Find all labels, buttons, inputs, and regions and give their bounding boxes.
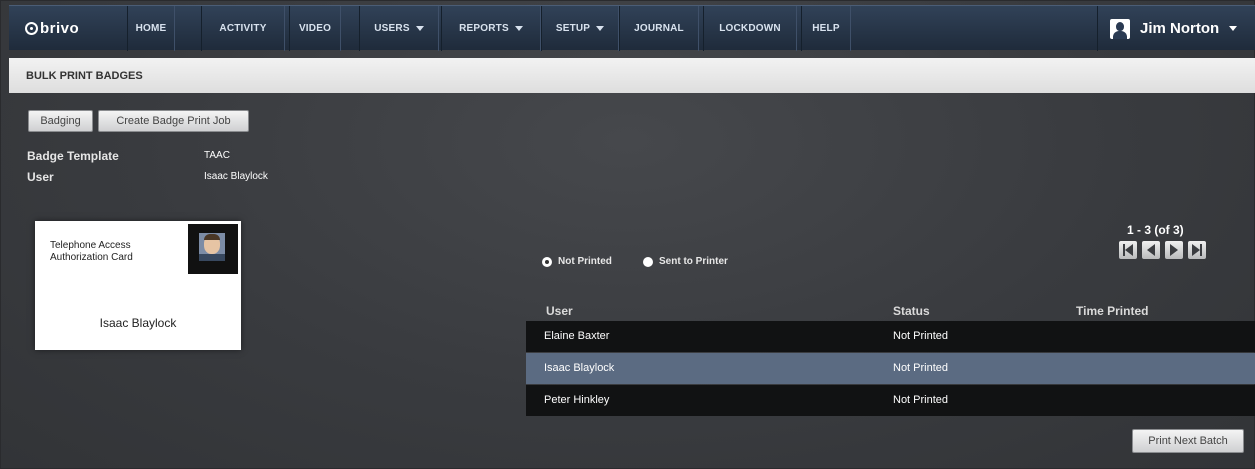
badge-title-line1: Telephone Access bbox=[50, 240, 131, 251]
row-status: Not Printed bbox=[893, 394, 949, 406]
user-menu[interactable]: Jim Norton bbox=[1097, 6, 1255, 51]
create-badge-print-job-button[interactable]: Create Badge Print Job bbox=[98, 110, 249, 132]
filter-sent-to-printer[interactable]: Sent to Printer bbox=[643, 256, 728, 267]
badging-button[interactable]: Badging bbox=[28, 110, 93, 132]
badge-preview: Telephone Access Authorization Card Isaa… bbox=[35, 221, 241, 350]
filter-not-printed[interactable]: Not Printed bbox=[542, 256, 612, 267]
logo-ring-icon bbox=[25, 22, 38, 35]
table-row-selected[interactable]: Isaac Blaylock Not Printed bbox=[526, 353, 1255, 384]
page-title-bar: BULK PRINT BADGES bbox=[9, 58, 1255, 93]
pagination-count: 1 - 3 (of 3) bbox=[1127, 223, 1184, 237]
badge-photo bbox=[188, 224, 238, 274]
nav-activity-label: ACTIVITY bbox=[219, 23, 267, 34]
page-title: BULK PRINT BADGES bbox=[26, 69, 143, 82]
nav-home[interactable]: HOME bbox=[127, 6, 175, 51]
table-row[interactable]: Peter Hinkley Not Printed bbox=[526, 385, 1255, 416]
table-row[interactable]: Elaine Baxter Not Printed bbox=[526, 321, 1255, 352]
first-page-arrow bbox=[1125, 244, 1133, 256]
print-next-batch-button[interactable]: Print Next Batch bbox=[1132, 429, 1244, 453]
badging-button-label: Badging bbox=[40, 115, 81, 127]
user-value: Isaac Blaylock bbox=[204, 171, 268, 182]
radio-selected-icon bbox=[542, 256, 552, 267]
row-user: Isaac Blaylock bbox=[544, 362, 615, 374]
row-user: Peter Hinkley bbox=[544, 394, 610, 406]
print-next-batch-label: Print Next Batch bbox=[1148, 435, 1228, 447]
column-header-status[interactable]: Status bbox=[893, 304, 930, 318]
brivo-logo[interactable]: brivo bbox=[9, 6, 127, 51]
column-header-time-printed[interactable]: Time Printed bbox=[1076, 304, 1148, 318]
column-header-user[interactable]: User bbox=[546, 304, 573, 318]
nav-help-label: HELP bbox=[812, 23, 840, 34]
create-job-label: Create Badge Print Job bbox=[116, 115, 231, 127]
nav-reports-label: REPORTS bbox=[459, 23, 509, 34]
badge-template-label: Badge Template bbox=[27, 149, 119, 163]
user-avatar-icon bbox=[1110, 18, 1130, 39]
top-navigation: brivo HOME ACTIVITY VIDEO USERS REPORTS … bbox=[9, 5, 1255, 51]
badge-holder-name: Isaac Blaylock bbox=[99, 316, 177, 330]
nav-users[interactable]: USERS bbox=[359, 6, 439, 51]
logo-text: brivo bbox=[40, 20, 80, 37]
badge-title-line2: Authorization Card bbox=[50, 252, 133, 263]
user-name: Jim Norton bbox=[1140, 20, 1220, 37]
nav-video-label: VIDEO bbox=[298, 23, 332, 34]
nav-lockdown-label: LOCKDOWN bbox=[719, 23, 781, 34]
setup-dropdown-icon bbox=[596, 26, 605, 31]
users-dropdown-icon bbox=[415, 26, 424, 31]
nav-lockdown[interactable]: LOCKDOWN bbox=[703, 6, 797, 51]
user-label: User bbox=[27, 170, 54, 184]
last-page-arrow bbox=[1192, 244, 1200, 256]
nav-setup-label: SETUP bbox=[555, 23, 591, 34]
badge-card-title: Telephone Access Authorization Card bbox=[50, 240, 170, 264]
nav-users-label: USERS bbox=[374, 23, 410, 34]
row-user: Elaine Baxter bbox=[544, 330, 610, 342]
filter-not-printed-label: Not Printed bbox=[558, 256, 612, 267]
nav-help[interactable]: HELP bbox=[801, 6, 851, 51]
radio-unselected-icon bbox=[643, 256, 653, 267]
nav-video[interactable]: VIDEO bbox=[289, 6, 341, 51]
nav-journal[interactable]: JOURNAL bbox=[619, 6, 699, 51]
reports-dropdown-icon bbox=[514, 26, 523, 31]
user-dropdown-icon bbox=[1229, 26, 1238, 31]
filter-sent-label: Sent to Printer bbox=[659, 256, 728, 267]
prev-page-button[interactable] bbox=[1142, 241, 1160, 259]
badge-template-value: TAAC bbox=[204, 150, 230, 161]
prev-page-icon bbox=[1147, 244, 1155, 256]
row-status: Not Printed bbox=[893, 330, 949, 342]
row-status: Not Printed bbox=[893, 362, 949, 374]
first-page-button[interactable] bbox=[1119, 241, 1137, 259]
nav-home-label: HOME bbox=[135, 23, 167, 34]
nav-journal-label: JOURNAL bbox=[634, 23, 684, 34]
app-window: brivo HOME ACTIVITY VIDEO USERS REPORTS … bbox=[0, 0, 1255, 469]
next-page-icon bbox=[1170, 244, 1178, 256]
nav-activity[interactable]: ACTIVITY bbox=[201, 6, 285, 51]
nav-setup[interactable]: SETUP bbox=[541, 6, 619, 51]
last-page-button[interactable] bbox=[1188, 241, 1206, 259]
next-page-button[interactable] bbox=[1165, 241, 1183, 259]
last-page-icon bbox=[1200, 244, 1202, 256]
nav-reports[interactable]: REPORTS bbox=[441, 6, 541, 51]
